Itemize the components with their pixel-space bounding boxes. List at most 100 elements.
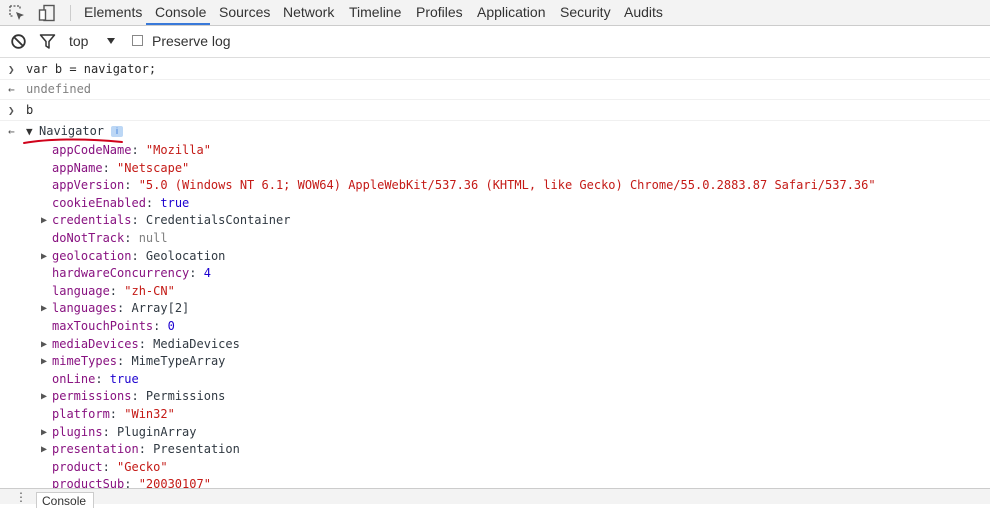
drawer-tab-bar: ⋮ Console (0, 488, 990, 508)
expand-triangle-icon[interactable]: ▶ (41, 336, 47, 353)
console-result-row: ← undefined (0, 81, 990, 98)
property-key: geolocation (52, 248, 132, 263)
property-row[interactable]: ▶ geolocation: Geolocation (0, 248, 990, 265)
property-colon: : (109, 283, 118, 298)
drawer-tab-console[interactable]: Console (36, 492, 94, 508)
property-colon: : (109, 407, 118, 421)
context-selector[interactable]: top (69, 26, 88, 57)
property-row: appCodeName: "Mozilla" (0, 142, 990, 159)
property-key: onLine (52, 371, 96, 386)
property-value: MimeTypeArray (131, 354, 226, 369)
property-row: onLine: true (0, 371, 990, 388)
result-arrow-icon: ← (8, 125, 15, 138)
property-row[interactable]: ▶ permissions: Permissions (0, 388, 990, 405)
expand-triangle-icon[interactable]: ▶ (41, 300, 47, 317)
tab-separator (70, 5, 71, 21)
preserve-log-label[interactable]: Preserve log (152, 26, 231, 57)
property-value: true (109, 371, 139, 386)
property-value: PluginArray (117, 424, 197, 439)
property-value: "Gecko" (117, 459, 168, 474)
property-row: platform: "Win32" (0, 406, 990, 423)
property-row: appName: "Netscape" (0, 160, 990, 177)
preserve-log-checkbox[interactable] (132, 35, 143, 46)
property-key: doNotTrack (52, 231, 125, 245)
property-value: "5.0 (Windows NT 6.1; WOW64) AppleWebKit… (138, 178, 876, 193)
property-colon: : (124, 231, 132, 245)
property-value: 4 (203, 266, 211, 281)
clear-console-icon[interactable] (10, 33, 27, 50)
expand-triangle-icon[interactable]: ▶ (41, 248, 47, 265)
property-colon: : (124, 178, 132, 193)
tab-sources[interactable]: Sources (219, 0, 270, 25)
property-colon: : (138, 336, 146, 351)
expand-triangle-icon[interactable]: ▶ (41, 353, 47, 370)
console-result-text: undefined (26, 82, 92, 96)
property-value: MediaDevices (153, 336, 240, 351)
property-row: product: "Gecko" (0, 459, 990, 476)
console-input-text: b (26, 103, 34, 117)
filter-icon[interactable] (39, 33, 56, 50)
console-input-text: var b = navigator; (26, 62, 157, 76)
tab-timeline[interactable]: Timeline (349, 0, 401, 25)
property-value: "Win32" (124, 407, 175, 421)
property-key: presentation (52, 442, 139, 457)
property-row[interactable]: ▶ plugins: PluginArray (0, 424, 990, 441)
property-value: true (160, 195, 190, 210)
property-value: Presentation (153, 442, 240, 457)
property-colon: : (131, 248, 139, 263)
tab-application[interactable]: Application (477, 0, 546, 25)
property-value: "Netscape" (117, 160, 190, 175)
property-row[interactable]: ▶ mediaDevices: MediaDevices (0, 336, 990, 353)
expand-triangle-icon[interactable]: ▶ (41, 212, 47, 229)
property-row: productSub: "20030107" (0, 476, 990, 488)
inspect-element-icon[interactable] (8, 4, 26, 22)
tab-security[interactable]: Security (560, 0, 611, 25)
property-colon: : (131, 389, 139, 404)
expand-triangle-icon[interactable]: ▶ (41, 424, 47, 441)
chevron-right-icon: ❯ (8, 63, 15, 76)
property-row[interactable]: ▶ mimeTypes: MimeTypeArray (0, 353, 990, 370)
property-row: language: "zh-CN" (0, 283, 990, 300)
result-arrow-icon: ← (8, 83, 15, 96)
property-value: "Mozilla" (145, 143, 211, 157)
property-row[interactable]: ▶ presentation: Presentation (0, 441, 990, 458)
message-divider (0, 79, 990, 80)
property-colon: : (102, 424, 110, 439)
property-colon: : (138, 442, 146, 457)
context-dropdown-icon[interactable] (105, 34, 122, 51)
property-colon: : (189, 266, 197, 281)
property-row[interactable]: ▶ credentials: CredentialsContainer (0, 212, 990, 229)
device-toolbar-icon[interactable] (38, 4, 56, 22)
property-value: 0 (167, 319, 175, 333)
tab-network[interactable]: Network (283, 0, 334, 25)
devtools-tab-bar: Elements Console Sources Network Timelin… (0, 0, 990, 26)
property-key: appVersion (52, 178, 125, 193)
property-row[interactable]: ▶ languages: Array[2] (0, 300, 990, 317)
property-key: product (52, 459, 103, 474)
property-row: maxTouchPoints:0 (0, 318, 990, 335)
property-key: maxTouchPoints (52, 319, 154, 333)
expand-triangle-icon[interactable]: ▶ (41, 441, 47, 458)
property-row: doNotTrack: null (0, 230, 990, 247)
console-input-row: ❯ b (0, 102, 990, 119)
property-key: cookieEnabled (52, 195, 146, 210)
tab-console[interactable]: Console (155, 0, 206, 25)
object-header-row[interactable]: ← ▼ Navigator i (0, 123, 990, 140)
message-divider (0, 99, 990, 100)
property-value: "zh-CN" (124, 283, 175, 298)
tab-audits[interactable]: Audits (624, 0, 663, 25)
property-key: languages (52, 301, 118, 316)
console-messages: ❯ var b = navigator; ← undefined ❯ b ← ▼… (0, 58, 990, 488)
property-colon: : (124, 477, 132, 488)
tab-elements[interactable]: Elements (84, 0, 142, 25)
property-key: appName (52, 160, 103, 175)
property-row: appVersion: "5.0 (Windows NT 6.1; WOW64) … (0, 177, 990, 194)
property-value: Array[2] (131, 301, 190, 316)
more-options-icon[interactable]: ⋮ (15, 490, 27, 504)
property-row: hardwareConcurrency:4 (0, 265, 990, 282)
info-icon[interactable]: i (111, 126, 123, 137)
property-value: Permissions (145, 389, 226, 404)
expand-triangle-icon[interactable]: ▶ (41, 388, 47, 405)
property-key: mediaDevices (52, 336, 139, 351)
tab-profiles[interactable]: Profiles (416, 0, 463, 25)
